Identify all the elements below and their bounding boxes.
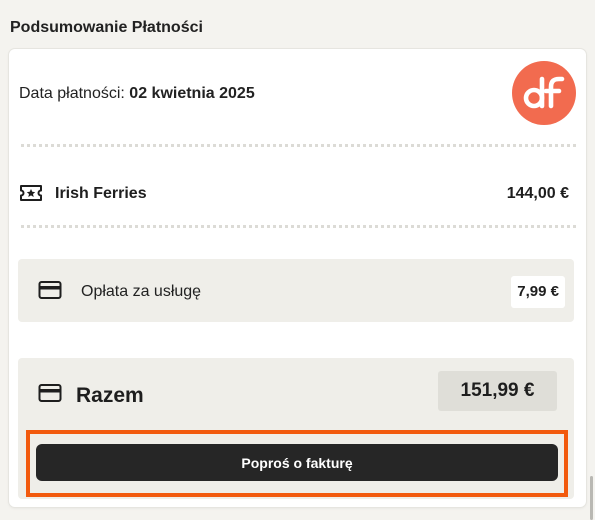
ticket-star-icon [20, 185, 42, 201]
credit-card-icon [38, 384, 62, 402]
dotted-divider [21, 144, 576, 147]
total-price: 151,99 € [438, 371, 557, 411]
service-fee-price: 7,99 € [511, 276, 565, 308]
payment-date-row: Data płatności: 02 kwietnia 2025 [19, 85, 255, 103]
credit-card-icon [38, 281, 62, 299]
scrollbar[interactable] [590, 476, 593, 520]
payment-date-label: Data płatności: [19, 85, 125, 102]
ticket-price: 144,00 € [506, 185, 569, 202]
total-label: Razem [76, 384, 144, 407]
df-logo [512, 61, 576, 125]
payment-date-value: 02 kwietnia 2025 [129, 85, 255, 102]
dotted-divider [21, 225, 576, 228]
df-logo-mark [523, 76, 565, 109]
service-fee-box: Opłata za usługę 7,99 € [18, 259, 574, 322]
section-title: Podsumowanie Płatności [10, 19, 203, 36]
service-fee-label: Opłata za usługę [81, 283, 202, 300]
request-invoice-button[interactable]: Poproś o fakturę [36, 444, 558, 481]
payment-summary-card: Data płatności: 02 kwietnia 2025 Irish F… [9, 49, 586, 507]
ticket-name: Irish Ferries [55, 185, 147, 202]
ticket-row: Irish Ferries 144,00 € [19, 181, 569, 207]
